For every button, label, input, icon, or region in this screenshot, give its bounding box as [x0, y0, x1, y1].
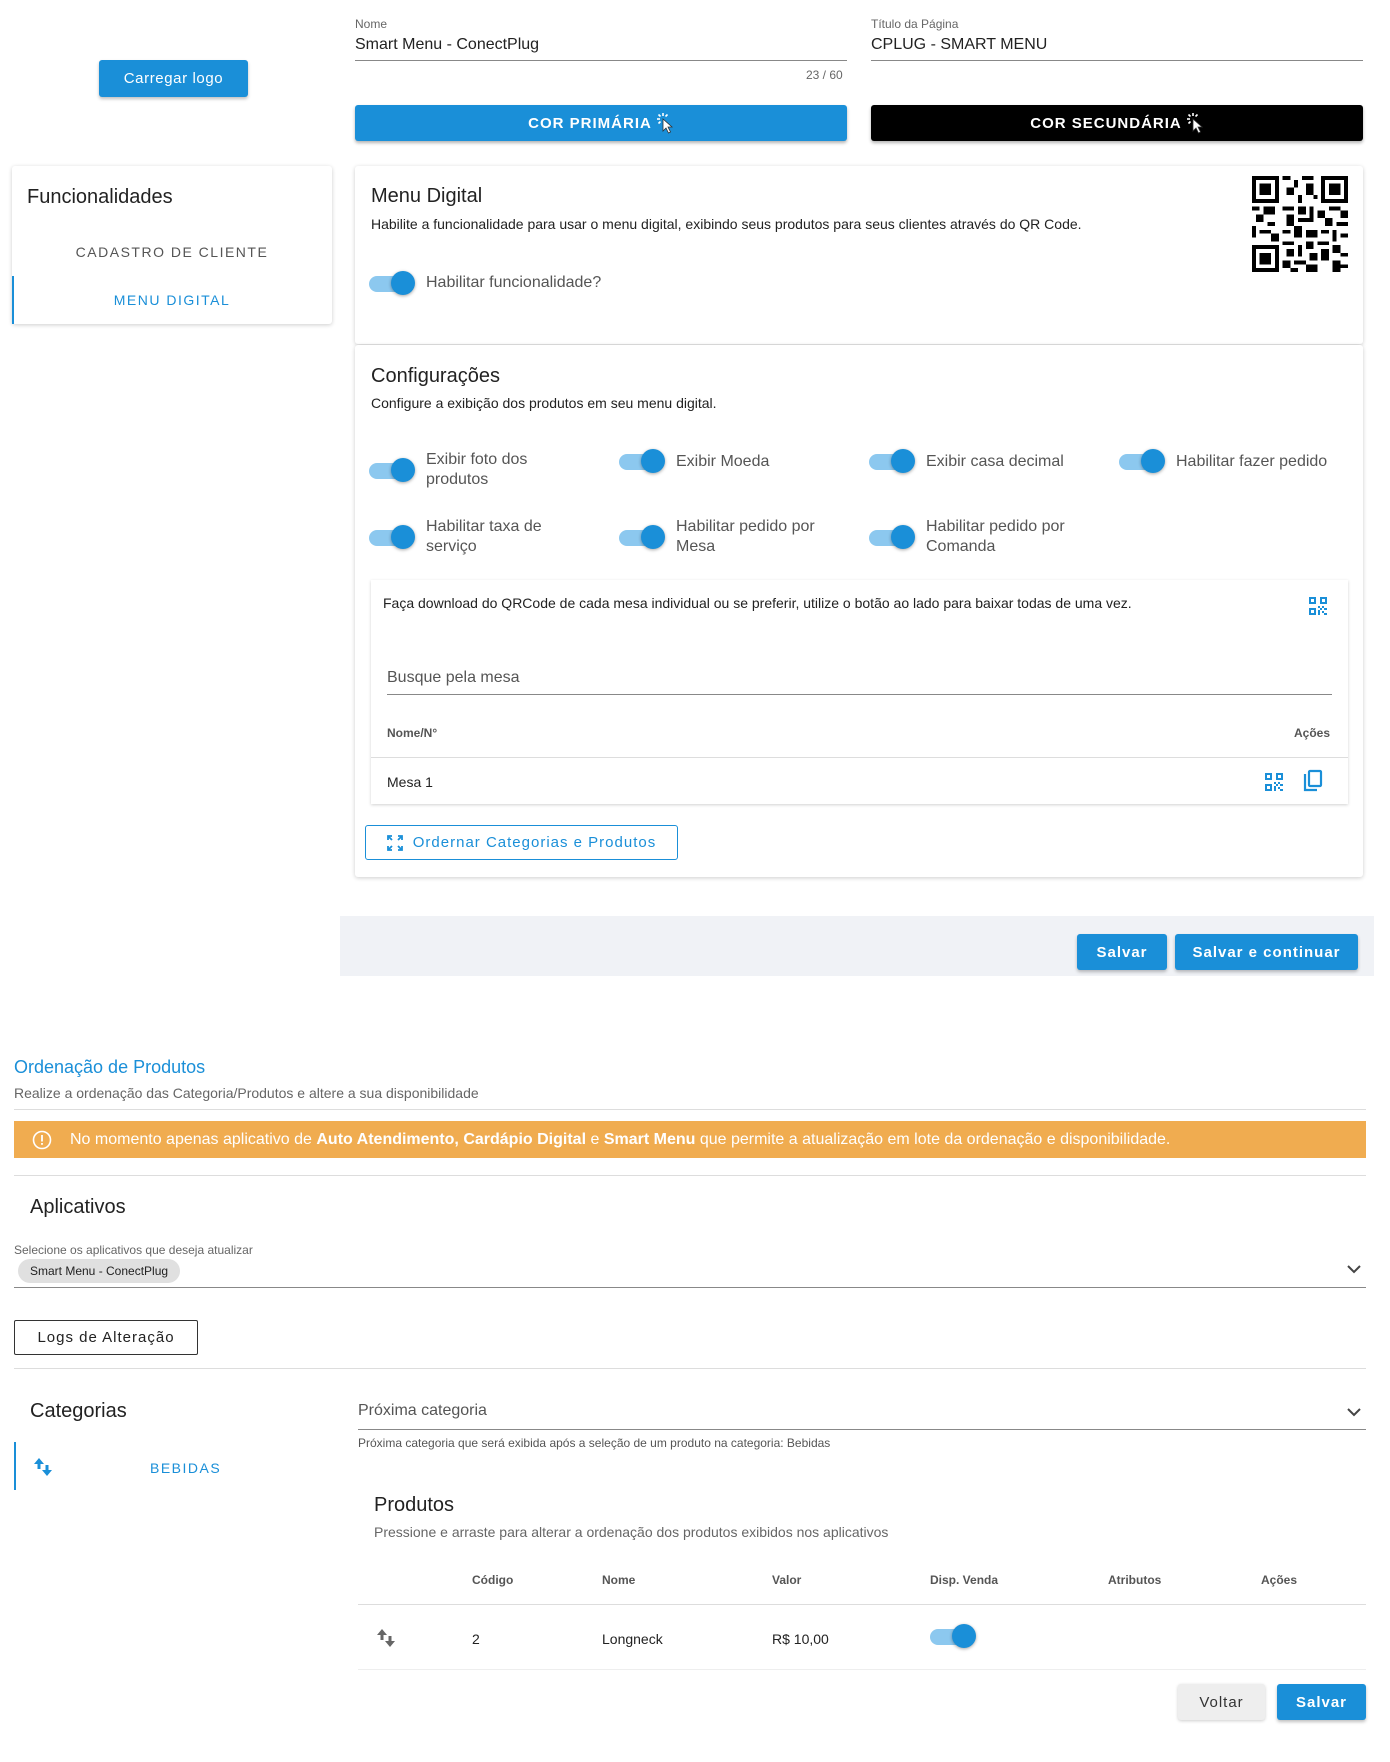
- primary-color-label: COR PRIMÁRIA: [528, 114, 652, 132]
- product-name: Longneck: [602, 1631, 663, 1647]
- categories-title: Categorias: [30, 1400, 127, 1422]
- table-col-name: Nome/N°: [387, 726, 438, 740]
- change-logs-button[interactable]: Logs de Alteração: [14, 1320, 198, 1355]
- info-alert: No momento apenas aplicativo de Auto Ate…: [14, 1121, 1366, 1158]
- show-currency-label: Exibir Moeda: [676, 453, 770, 470]
- products-col-available: Disp. Venda: [930, 1573, 999, 1587]
- ordering-description: Realize a ordenação das Categoria/Produt…: [14, 1085, 479, 1101]
- show-currency-toggle[interactable]: [617, 448, 665, 474]
- apps-select-label: Selecione os aplicativos que deseja atua…: [14, 1243, 253, 1257]
- chevron-down-icon[interactable]: [1346, 1264, 1362, 1274]
- tables-qr-info: Faça download do QRCode de cada mesa ind…: [383, 595, 1132, 611]
- enable-ordering-label: Habilitar fazer pedido: [1176, 453, 1328, 470]
- name-char-counter: 23 / 60: [806, 68, 843, 82]
- alert-divider: [14, 1175, 1366, 1176]
- products-row-divider: [358, 1669, 1366, 1670]
- name-field-underline: [355, 60, 847, 61]
- next-category-select[interactable]: Próxima categoria: [358, 1402, 487, 1420]
- page-title-field[interactable]: CPLUG - SMART MENU: [871, 36, 1047, 54]
- products-col-attributes: Atributos: [1108, 1573, 1162, 1587]
- enable-feature-label: Habilitar funcionalidade?: [426, 274, 602, 291]
- logs-divider: [14, 1368, 1366, 1369]
- page-title-field-label: Título da Página: [871, 17, 959, 31]
- order-categories-label: Ordernar Categorias e Produtos: [412, 834, 657, 851]
- feature-item-digital-menu[interactable]: MENU DIGITAL: [12, 292, 332, 308]
- save-and-continue-button[interactable]: Salvar e continuar: [1175, 934, 1358, 970]
- table-header-divider: [371, 757, 1348, 758]
- order-by-tab-toggle[interactable]: [867, 524, 915, 550]
- click-cursor-icon: [656, 113, 673, 134]
- qr-download-icon[interactable]: [1264, 772, 1284, 792]
- features-title: Funcionalidades: [27, 186, 173, 208]
- tables-qr-card: [371, 580, 1348, 804]
- enable-feature-toggle[interactable]: [367, 270, 415, 296]
- feature-item-customer-registration[interactable]: CADASTRO DE CLIENTE: [12, 244, 332, 260]
- apps-select-underline: [14, 1287, 1366, 1288]
- service-fee-toggle[interactable]: [367, 524, 415, 550]
- configurations-description: Configure a exibição dos produtos em seu…: [371, 395, 717, 411]
- product-price: R$ 10,00: [772, 1631, 829, 1647]
- app-chip[interactable]: Smart Menu - ConectPlug: [18, 1259, 181, 1283]
- upload-logo-button[interactable]: Carregar logo: [99, 60, 248, 97]
- secondary-color-button[interactable]: COR SECUNDÁRIA: [871, 105, 1363, 141]
- copy-icon[interactable]: [1302, 769, 1324, 793]
- configurations-title: Configurações: [371, 365, 500, 387]
- features-card: Funcionalidades CADASTRO DE CLIENTE MENU…: [12, 166, 332, 324]
- products-header-divider: [358, 1604, 1366, 1605]
- alert-circle-icon: [32, 1130, 52, 1149]
- product-code: 2: [472, 1631, 480, 1647]
- table-search-underline: [387, 694, 1332, 695]
- qr-download-all-icon[interactable]: [1308, 596, 1328, 616]
- products-col-name: Nome: [602, 1573, 636, 1587]
- category-active-indicator: [14, 1442, 16, 1490]
- chevron-down-icon[interactable]: [1346, 1407, 1362, 1417]
- qr-code-image: [1252, 176, 1348, 272]
- ordering-divider: [14, 1109, 1366, 1110]
- category-item-bebidas[interactable]: BEBIDAS: [150, 1460, 221, 1476]
- digital-menu-description: Habilite a funcionalidade para usar o me…: [371, 216, 1082, 232]
- expand-icon: [386, 834, 403, 851]
- products-description: Pressione e arraste para alterar a orden…: [374, 1524, 889, 1540]
- products-col-actions: Ações: [1261, 1573, 1298, 1587]
- name-field[interactable]: Smart Menu - ConectPlug: [355, 36, 539, 54]
- back-button[interactable]: Voltar: [1178, 1684, 1265, 1720]
- product-available-toggle[interactable]: [928, 1623, 976, 1649]
- order-by-table-label: Habilitar pedido por Mesa: [676, 518, 815, 555]
- order-categories-button[interactable]: Ordernar Categorias e Produtos: [365, 825, 678, 860]
- service-fee-label: Habilitar taxa de serviço: [426, 518, 542, 555]
- table-row-name: Mesa 1: [387, 774, 433, 790]
- table-col-actions: Ações: [1294, 726, 1331, 740]
- primary-color-button[interactable]: COR PRIMÁRIA: [355, 105, 847, 141]
- digital-menu-title: Menu Digital: [371, 185, 483, 207]
- enable-ordering-toggle[interactable]: [1117, 448, 1165, 474]
- products-col-code: Código: [472, 1573, 514, 1587]
- name-field-label: Nome: [355, 17, 388, 31]
- save-button[interactable]: Salvar: [1077, 934, 1167, 970]
- show-decimal-toggle[interactable]: [867, 448, 915, 474]
- ordering-title: Ordenação de Produtos: [14, 1057, 206, 1077]
- show-decimal-label: Exibir casa decimal: [926, 453, 1064, 470]
- order-by-tab-label: Habilitar pedido por Comanda: [926, 518, 1065, 555]
- show-photo-toggle[interactable]: [367, 457, 415, 483]
- order-by-table-toggle[interactable]: [617, 524, 665, 550]
- show-photo-label: Exibir foto dos produtos: [426, 451, 528, 488]
- page-title-field-underline: [871, 60, 1363, 61]
- products-title: Produtos: [374, 1494, 455, 1516]
- secondary-color-label: COR SECUNDÁRIA: [1030, 114, 1182, 132]
- next-category-hint: Próxima categoria que será exibida após …: [358, 1436, 831, 1450]
- apps-title: Aplicativos: [30, 1196, 126, 1218]
- ordering-save-button[interactable]: Salvar: [1277, 1684, 1366, 1720]
- table-search-input[interactable]: Busque pela mesa: [387, 669, 520, 687]
- click-cursor-icon: [1186, 113, 1203, 134]
- digital-menu-card: [355, 166, 1363, 344]
- drag-sort-icon[interactable]: [376, 1628, 396, 1648]
- alert-text: No momento apenas aplicativo de Auto Ate…: [70, 1130, 1171, 1148]
- drag-sort-icon[interactable]: [33, 1457, 53, 1477]
- next-category-underline: [358, 1429, 1366, 1430]
- products-col-price: Valor: [772, 1573, 802, 1587]
